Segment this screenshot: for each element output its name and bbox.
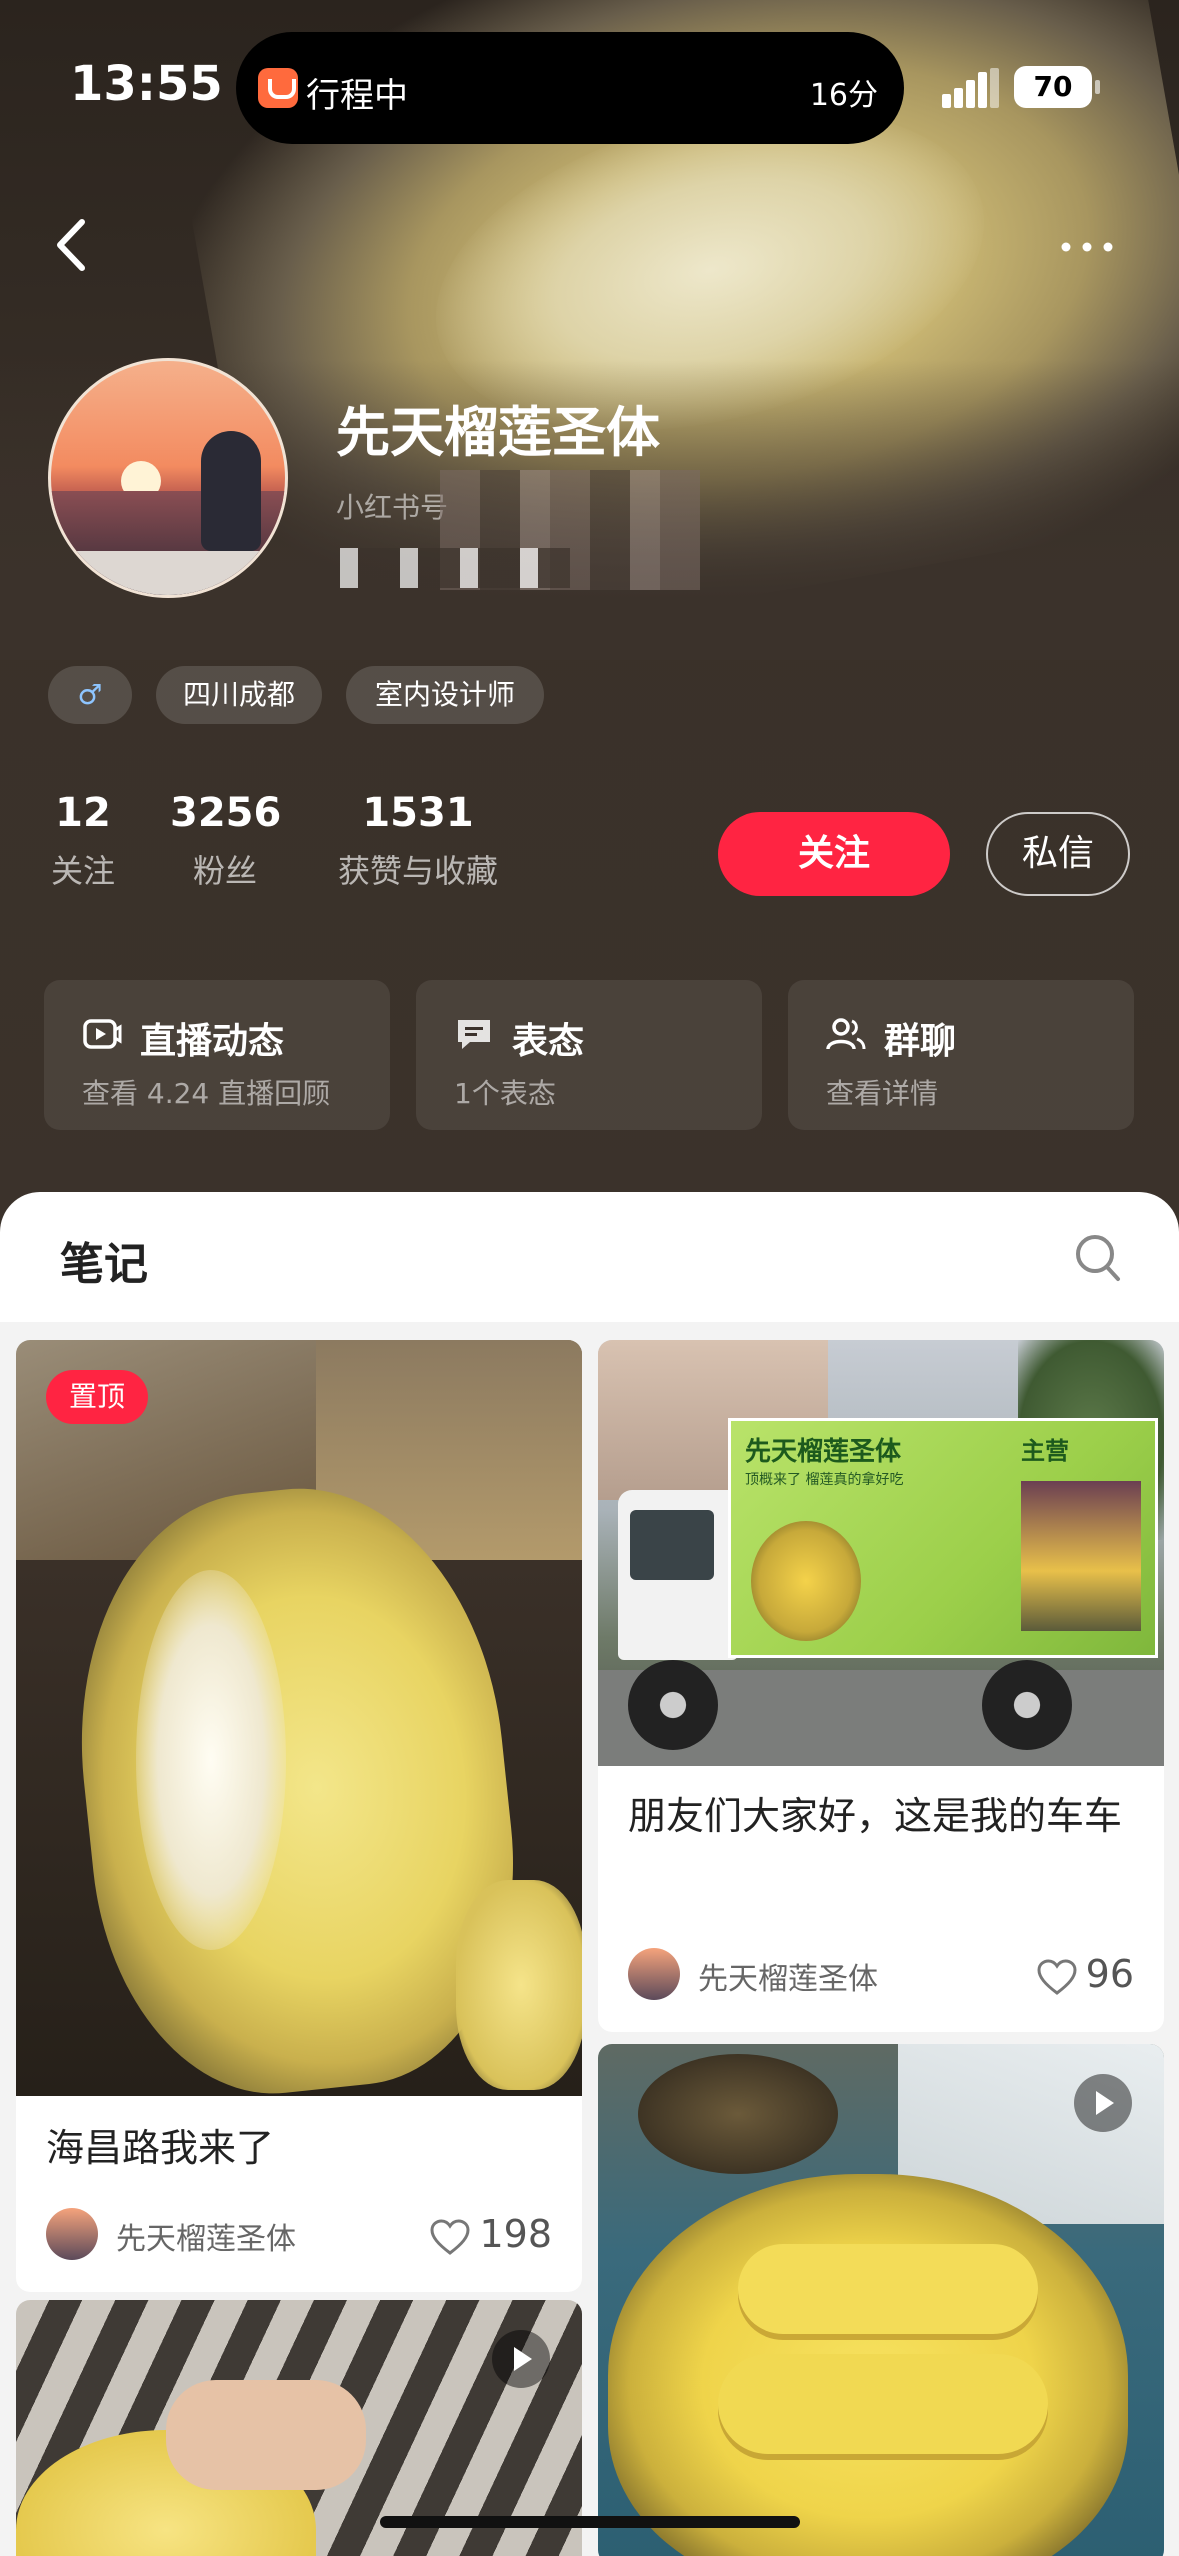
author-name: 先天榴莲圣体 bbox=[116, 2222, 296, 2257]
notes-tab-bar: 笔记 bbox=[0, 1192, 1179, 1322]
note-title: 海昌路我来了 bbox=[46, 2126, 275, 2170]
status-time: 13:55 bbox=[70, 56, 223, 112]
back-button[interactable] bbox=[44, 210, 104, 280]
location-tag: 四川成都 bbox=[156, 666, 322, 724]
live-icon bbox=[83, 1019, 122, 1049]
stat-label: 关注 bbox=[50, 852, 115, 890]
status-bar: 13:55 行程中 16分 70 bbox=[0, 0, 1179, 150]
like-button[interactable]: 198 bbox=[429, 2212, 552, 2256]
chevron-left-icon bbox=[57, 219, 85, 271]
more-button[interactable] bbox=[1052, 222, 1122, 272]
dynamic-island[interactable]: 行程中 16分 bbox=[236, 32, 904, 144]
note-card[interactable] bbox=[598, 2044, 1164, 2556]
avatar[interactable] bbox=[48, 358, 288, 598]
heart-icon bbox=[430, 2218, 470, 2255]
author-avatar bbox=[628, 1948, 680, 2000]
signal-icon bbox=[942, 68, 999, 108]
stat-number: 1531 bbox=[362, 790, 474, 836]
card-subtitle: 查看 4.24 直播回顾 bbox=[82, 1077, 331, 1110]
card-reaction[interactable]: 表态 1个表态 bbox=[416, 980, 762, 1130]
stat-number: 12 bbox=[55, 790, 111, 836]
heart-icon bbox=[1037, 1958, 1077, 1995]
note-card[interactable]: 先天榴莲圣体 顶概来了 榴莲真的拿好吃 主营 朋友们大家好，这是我的车车 先天榴… bbox=[598, 1340, 1164, 2032]
message-button[interactable]: 私信 bbox=[986, 812, 1130, 896]
card-title: 群聊 bbox=[884, 1021, 957, 1062]
like-button[interactable]: 96 bbox=[1036, 1952, 1134, 1996]
truck-banner-text: 先天榴莲圣体 bbox=[745, 1437, 902, 1467]
stat-number: 3256 bbox=[170, 790, 282, 836]
stat-following[interactable]: 12 关注 bbox=[46, 790, 120, 892]
battery-icon: 70 bbox=[1014, 66, 1100, 108]
follow-button[interactable]: 关注 bbox=[718, 812, 950, 896]
profile-header: 13:55 行程中 16分 70 先天榴莲圣体 小红书号 ♂ 四川成都 室内设计… bbox=[0, 0, 1179, 1240]
gender-tag: ♂ bbox=[48, 666, 132, 724]
note-card[interactable]: 置顶 海昌路我来了 先天榴莲圣体 198 bbox=[16, 1340, 582, 2292]
video-play-icon bbox=[1074, 2074, 1132, 2132]
red-id-label: 小红书号 bbox=[336, 491, 449, 524]
author-name: 先天榴莲圣体 bbox=[698, 1962, 878, 1997]
tab-notes[interactable]: 笔记 bbox=[60, 1228, 148, 1292]
author-avatar bbox=[46, 2208, 98, 2260]
search-icon bbox=[1076, 1235, 1120, 1281]
group-icon bbox=[826, 1018, 866, 1050]
profile-name: 先天榴莲圣体 bbox=[336, 401, 660, 464]
chat-icon bbox=[458, 1020, 490, 1049]
card-subtitle: 查看详情 bbox=[826, 1077, 939, 1110]
pinned-badge: 置顶 bbox=[46, 1370, 148, 1424]
note-title: 朋友们大家好，这是我的车车 bbox=[628, 1794, 1123, 1838]
truck-ad-panel: 先天榴莲圣体 顶概来了 榴莲真的拿好吃 主营 bbox=[728, 1418, 1158, 1658]
truck-side-text: 主营 bbox=[1021, 1437, 1069, 1465]
like-count: 198 bbox=[479, 2212, 552, 2256]
ride-app-icon bbox=[258, 68, 298, 108]
home-indicator[interactable] bbox=[380, 2516, 800, 2528]
like-count: 96 bbox=[1085, 1952, 1134, 1996]
more-dots-icon bbox=[1061, 242, 1113, 252]
stat-label: 粉丝 bbox=[192, 852, 257, 890]
card-group-chat[interactable]: 群聊 查看详情 bbox=[788, 980, 1134, 1130]
note-author[interactable]: 先天榴莲圣体 bbox=[46, 2208, 366, 2262]
card-title: 直播动态 bbox=[140, 1021, 285, 1062]
island-text: 行程中 bbox=[306, 76, 408, 116]
note-cover-image bbox=[598, 2044, 1164, 2556]
stat-likes[interactable]: 1531 获赞与收藏 bbox=[326, 790, 510, 892]
island-eta: 16分 bbox=[809, 78, 878, 113]
note-author[interactable]: 先天榴莲圣体 bbox=[628, 1948, 948, 2002]
occupation-tag: 室内设计师 bbox=[346, 666, 544, 724]
truck-sub-text: 顶概来了 榴莲真的拿好吃 bbox=[745, 1472, 904, 1488]
card-subtitle: 1个表态 bbox=[454, 1077, 556, 1110]
stat-followers[interactable]: 3256 粉丝 bbox=[170, 790, 282, 892]
notes-feed: 置顶 海昌路我来了 先天榴莲圣体 198 先天榴莲圣体 顶概来了 榴莲真的拿好吃 bbox=[0, 1322, 1179, 2556]
stat-label: 获赞与收藏 bbox=[337, 852, 498, 890]
video-play-icon bbox=[492, 2330, 550, 2388]
mosaic-blur-ip bbox=[340, 548, 570, 588]
search-button[interactable] bbox=[1074, 1232, 1122, 1284]
card-live[interactable]: 直播动态 查看 4.24 直播回顾 bbox=[44, 980, 390, 1130]
note-cover-image: 先天榴莲圣体 顶概来了 榴莲真的拿好吃 主营 bbox=[598, 1340, 1164, 1766]
card-title: 表态 bbox=[512, 1021, 585, 1062]
note-cover-image bbox=[16, 1340, 582, 2111]
